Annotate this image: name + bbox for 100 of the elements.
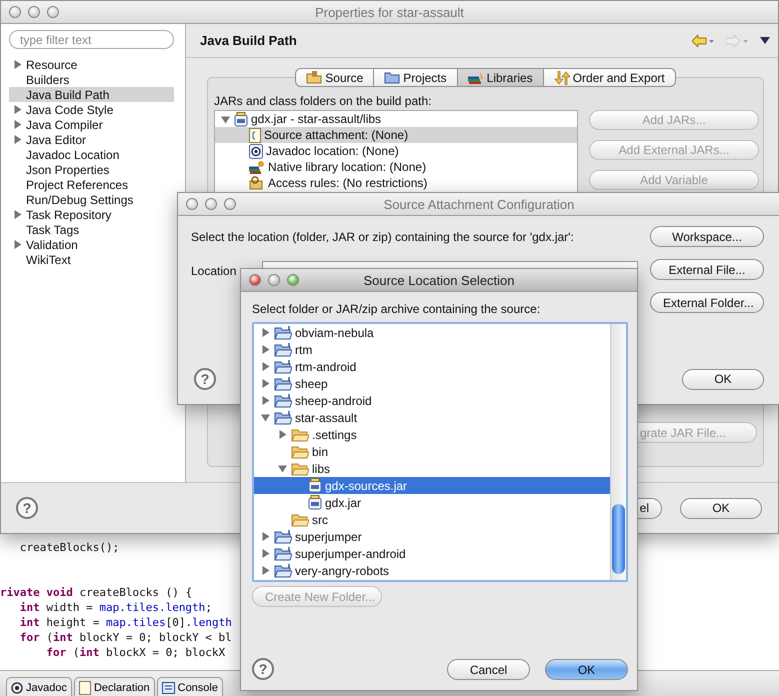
expand-arrow-icon[interactable] [13,60,22,69]
zoom-window-button[interactable] [287,274,299,286]
prompt-text: Select the location (folder, JAR or zip) containing the source for 'gdx.jar': [191,229,575,246]
expand-arrow-icon[interactable] [13,120,22,129]
window-title: Properties for star-assault [314,4,465,20]
collapse-arrow-icon[interactable] [260,413,270,422]
expand-arrow-icon[interactable] [260,362,270,371]
folder-icon [291,512,309,526]
sidebar-item[interactable]: Java Build Path [9,87,174,102]
minimize-window-button[interactable] [268,274,280,286]
minimize-window-button[interactable] [205,198,217,210]
tree-row[interactable]: superjumper-android [254,545,610,562]
project-folder-icon [274,410,292,424]
sidebar-item-label: Validation [26,238,78,252]
sidebar-item[interactable]: Resource [9,57,174,72]
sidebar-item-label: Project References [26,178,128,192]
external-folder-button[interactable]: External Folder... [650,292,764,313]
tree-row[interactable]: superjumper [254,528,610,545]
expand-arrow-icon[interactable] [260,345,270,354]
collapse-arrow-icon[interactable] [220,114,230,124]
help-button[interactable]: ? [194,368,216,390]
dialog-button[interactable]: OK [680,498,762,518]
back-arrow-icon[interactable] [692,34,716,46]
dialog-button[interactable]: OK [545,659,628,680]
tree-row[interactable]: Javadoc location: (None) [215,143,577,159]
expand-arrow-icon[interactable] [13,240,22,249]
help-button[interactable]: ? [252,658,274,680]
tree-row[interactable]: sheep-android [254,392,610,409]
tab[interactable]: Source [295,68,374,87]
expand-arrow-icon[interactable] [260,532,270,541]
tree-row[interactable]: bin [254,443,610,460]
expand-arrow-icon[interactable] [13,135,22,144]
tree-row[interactable]: obviam-nebula [254,324,610,341]
tree-row[interactable]: src [254,511,610,528]
code-line: int height = map.tiles[0].length [20,615,232,630]
zoom-window-button[interactable] [224,198,236,210]
tree-row[interactable]: Access rules: (No restrictions) [215,175,577,191]
external-file-button[interactable]: External File... [650,259,764,280]
sidebar-item[interactable]: Java Editor [9,132,174,147]
sidebar-item[interactable]: Validation [9,237,174,252]
tree-row[interactable]: Source attachment: (None) [215,127,577,143]
expand-arrow-icon[interactable] [260,566,270,575]
expand-arrow-icon[interactable] [260,328,270,337]
project-folder-icon [274,530,292,544]
tree-row[interactable]: gdx.jar [254,494,610,511]
jar-file-icon [234,112,248,126]
row-label: bin [312,444,328,458]
tree-row[interactable]: sheep [254,375,610,392]
code-line: rivate void createBlocks () { [0,585,192,600]
tree-row[interactable]: very-angry-robots [254,562,610,579]
sidebar-item[interactable]: Builders [9,72,174,87]
sidebar-item[interactable]: Json Properties [9,162,174,177]
expand-arrow-icon[interactable] [260,379,270,388]
project-folder-icon [274,376,292,390]
help-button[interactable]: ? [16,497,38,519]
expand-arrow-icon[interactable] [260,396,270,405]
sidebar-item-label: Java Build Path [26,88,110,102]
ok-button[interactable]: OK [682,368,764,390]
tree-row[interactable]: gdx-sources.jar [254,477,610,494]
close-window-button[interactable] [249,274,261,286]
tab[interactable]: Order and Export [544,68,676,87]
sidebar-item[interactable]: Project References [9,177,174,192]
sidebar-item[interactable]: WikiText [9,252,174,267]
sidebar-item[interactable]: Run/Debug Settings [9,192,174,207]
code-line: for (int blockX = 0; blockX [46,645,226,660]
tree-row[interactable]: rtm-android [254,358,610,375]
up-down-arrows-icon [554,70,570,84]
minimize-window-button[interactable] [28,6,40,18]
expand-arrow-icon[interactable] [13,210,22,219]
filter-field[interactable]: type filter text [9,30,174,49]
view-tab[interactable]: Console [156,677,223,696]
tree-row[interactable]: gdx.jar - star-assault/libs [215,111,577,127]
row-label: gdx.jar [325,496,362,510]
close-window-button[interactable] [186,198,198,210]
tree-row[interactable]: Native library location: (None) [215,159,577,175]
scrollbar[interactable] [610,324,626,580]
zoom-window-button[interactable] [47,6,59,18]
dialog-button[interactable]: Cancel [447,659,530,680]
tab[interactable]: Projects [374,68,458,87]
sidebar-item[interactable]: Java Compiler [9,117,174,132]
close-window-button[interactable] [9,6,21,18]
collapse-arrow-icon[interactable] [278,464,286,473]
sidebar-item[interactable]: Java Code Style [9,102,174,117]
books-icon [249,160,265,174]
sidebar-item[interactable]: Task Tags [9,222,174,237]
tab[interactable]: Libraries [458,68,544,87]
workspace-button[interactable]: Workspace... [650,226,764,247]
expand-arrow-icon[interactable] [13,105,22,114]
tree-row[interactable]: rtm [254,341,610,358]
sidebar-item[interactable]: Task Repository [9,207,174,222]
view-tab[interactable]: Declaration [74,677,155,696]
folder-icon [291,462,309,476]
expand-arrow-icon[interactable] [278,430,286,439]
view-tab[interactable]: Javadoc [6,677,72,696]
tree-row[interactable]: libs [254,460,610,477]
expand-arrow-icon[interactable] [260,549,270,558]
sidebar-item[interactable]: Javadoc Location [9,147,174,162]
row-label: superjumper-android [295,546,406,560]
menu-arrow-icon[interactable] [760,37,770,44]
sidebar-item-label: Json Properties [26,162,110,176]
